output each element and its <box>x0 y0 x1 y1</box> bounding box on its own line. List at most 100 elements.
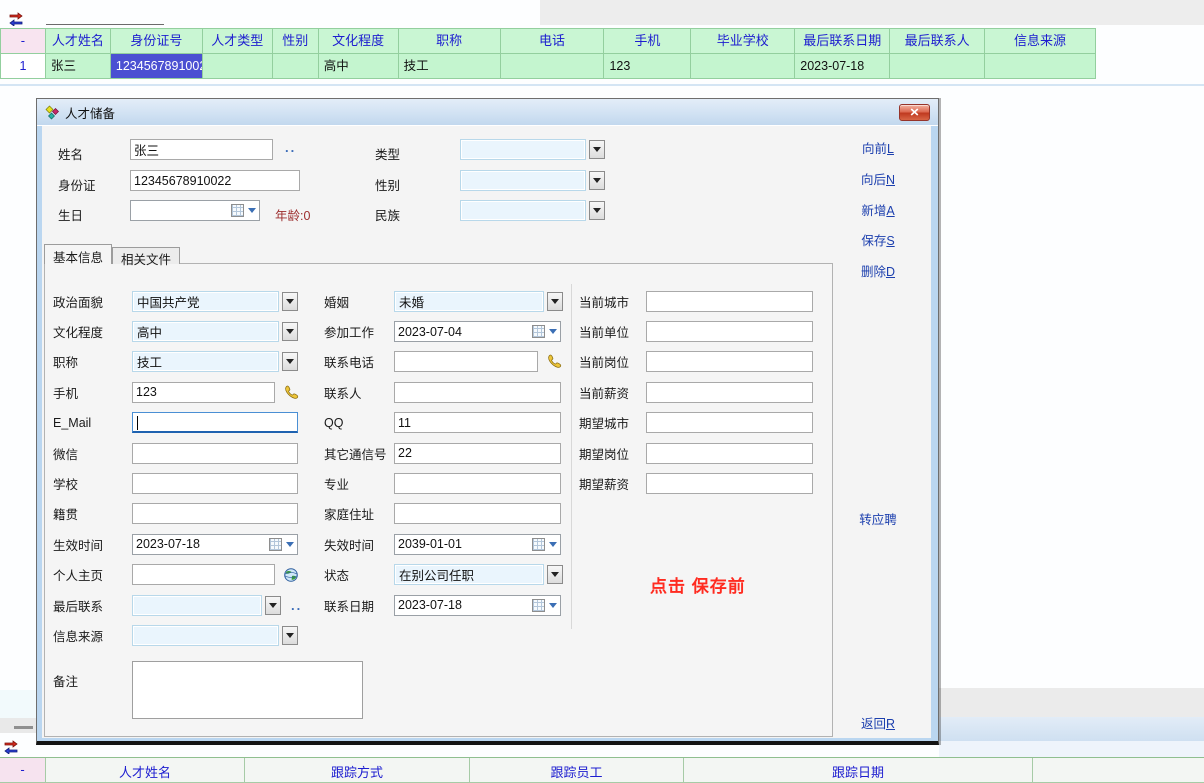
column-header[interactable]: 人才类型 <box>203 29 273 54</box>
id-card-input[interactable] <box>130 170 300 191</box>
chevron-down-icon[interactable] <box>589 201 605 220</box>
column-header[interactable]: 最后联系日期 <box>795 29 890 54</box>
mobile-input[interactable] <box>132 382 275 403</box>
status-select[interactable]: 在别公司任职 <box>394 564 544 585</box>
phone-icon[interactable] <box>546 353 563 370</box>
chevron-down-icon[interactable] <box>589 140 605 159</box>
chevron-down-icon[interactable] <box>265 596 281 615</box>
phone-icon[interactable] <box>283 384 300 401</box>
native-place-input[interactable] <box>132 503 298 524</box>
current-company-input[interactable] <box>646 321 813 342</box>
work-start-date-picker[interactable]: 2023-07-04 <box>394 321 561 342</box>
last-contact-select[interactable] <box>132 595 262 616</box>
effective-date-picker[interactable]: 2023-07-18 <box>132 534 298 555</box>
email-input[interactable] <box>132 412 298 433</box>
column-header[interactable]: 跟踪方式 <box>245 758 470 783</box>
add-button[interactable]: 新增A <box>832 200 924 219</box>
prev-button[interactable]: 向前L <box>832 138 924 157</box>
remark-textarea[interactable] <box>132 661 363 719</box>
column-header[interactable]: 文化程度 <box>319 29 399 54</box>
splitter-handle[interactable] <box>14 726 33 729</box>
cell-last-contact-person[interactable] <box>890 54 985 79</box>
next-button[interactable]: 向后N <box>832 169 924 188</box>
return-button[interactable]: 返回R <box>832 713 924 732</box>
contact-phone-input[interactable] <box>394 351 538 372</box>
chevron-down-icon[interactable] <box>282 626 298 645</box>
current-post-input[interactable] <box>646 351 813 372</box>
contact-date-picker[interactable]: 2023-07-18 <box>394 595 561 616</box>
major-input[interactable] <box>394 473 561 494</box>
remark-label: 备注 <box>53 657 132 690</box>
save-button[interactable]: 保存S <box>832 230 924 249</box>
chevron-down-icon[interactable] <box>547 565 563 584</box>
expiry-date-picker[interactable]: 2039-01-01 <box>394 534 561 555</box>
column-header[interactable]: 跟踪员工 <box>470 758 684 783</box>
wechat-input[interactable] <box>132 443 298 464</box>
chevron-down-icon[interactable] <box>589 171 605 190</box>
field-label: 职称 <box>53 352 132 371</box>
contact-person-input[interactable] <box>394 382 561 403</box>
chevron-down-icon[interactable] <box>282 322 298 341</box>
info-source-select[interactable] <box>132 625 279 646</box>
education-select[interactable]: 高中 <box>132 321 279 342</box>
column-header[interactable]: 身份证号 <box>111 29 203 54</box>
tab-related-files[interactable]: 相关文件 <box>112 247 180 264</box>
column-header[interactable]: - <box>0 758 46 783</box>
delete-button[interactable]: 删除D <box>832 261 924 280</box>
background-band <box>939 688 1204 717</box>
chevron-down-icon[interactable] <box>282 292 298 311</box>
globe-icon[interactable] <box>283 567 299 583</box>
column-header[interactable]: 最后联系人 <box>890 29 985 54</box>
cell-info-source[interactable] <box>985 54 1096 79</box>
qq-input[interactable] <box>394 412 561 433</box>
to-application-button[interactable]: 转应聘 <box>832 509 924 528</box>
cell-gender[interactable] <box>273 54 319 79</box>
cell-name[interactable]: 张三 <box>46 54 111 79</box>
column-header[interactable] <box>1033 758 1204 783</box>
close-button[interactable] <box>899 104 930 121</box>
political-status-select[interactable]: 中国共产党 <box>132 291 279 312</box>
column-header[interactable]: 信息来源 <box>985 29 1096 54</box>
cell-last-contact-date[interactable]: 2023-07-18 <box>795 54 890 79</box>
expected-city-input[interactable] <box>646 412 813 433</box>
type-select[interactable] <box>460 139 586 160</box>
background-band <box>0 690 36 718</box>
cell-mobile[interactable]: 123 <box>604 54 691 79</box>
column-header[interactable]: 职称 <box>399 29 501 54</box>
cell-school[interactable] <box>691 54 795 79</box>
home-address-input[interactable] <box>394 503 561 524</box>
column-header[interactable]: 电话 <box>501 29 605 54</box>
row-index-cell[interactable]: 1 <box>1 54 46 79</box>
gender-select[interactable] <box>460 170 586 191</box>
chevron-down-icon[interactable] <box>547 292 563 311</box>
school-input[interactable] <box>132 473 298 494</box>
column-header[interactable]: 人才姓名 <box>46 29 111 54</box>
column-header[interactable]: 跟踪日期 <box>684 758 1033 783</box>
column-header[interactable]: 毕业学校 <box>691 29 795 54</box>
column-header[interactable]: 人才姓名 <box>46 758 245 783</box>
other-im-input[interactable] <box>394 443 561 464</box>
expected-post-input[interactable] <box>646 443 813 464</box>
column-header[interactable]: 性别 <box>273 29 319 54</box>
cell-id-selected[interactable]: 12345678910022 <box>111 54 203 79</box>
name-input[interactable] <box>130 139 273 160</box>
current-city-input[interactable] <box>646 291 813 312</box>
cell-phone[interactable] <box>501 54 605 79</box>
column-header[interactable]: 手机 <box>604 29 691 54</box>
expected-salary-input[interactable] <box>646 473 813 494</box>
cell-title[interactable]: 技工 <box>399 54 501 79</box>
dialog-titlebar[interactable]: 人才储备 <box>37 99 938 126</box>
ethnic-select[interactable] <box>460 200 586 221</box>
chevron-down-icon[interactable] <box>282 352 298 371</box>
homepage-input[interactable] <box>132 564 275 585</box>
marital-select[interactable]: 未婚 <box>394 291 544 312</box>
title-select[interactable]: 技工 <box>132 351 279 372</box>
tab-basic-info[interactable]: 基本信息 <box>44 244 112 264</box>
cell-type[interactable] <box>203 54 273 79</box>
cell-education[interactable]: 高中 <box>319 54 399 79</box>
column-header[interactable]: - <box>1 29 46 54</box>
current-salary-input[interactable] <box>646 382 813 403</box>
birthday-date-picker[interactable] <box>130 200 260 221</box>
browse-dots-button[interactable]: .. <box>285 140 296 155</box>
browse-dots-button[interactable]: .. <box>291 598 302 613</box>
